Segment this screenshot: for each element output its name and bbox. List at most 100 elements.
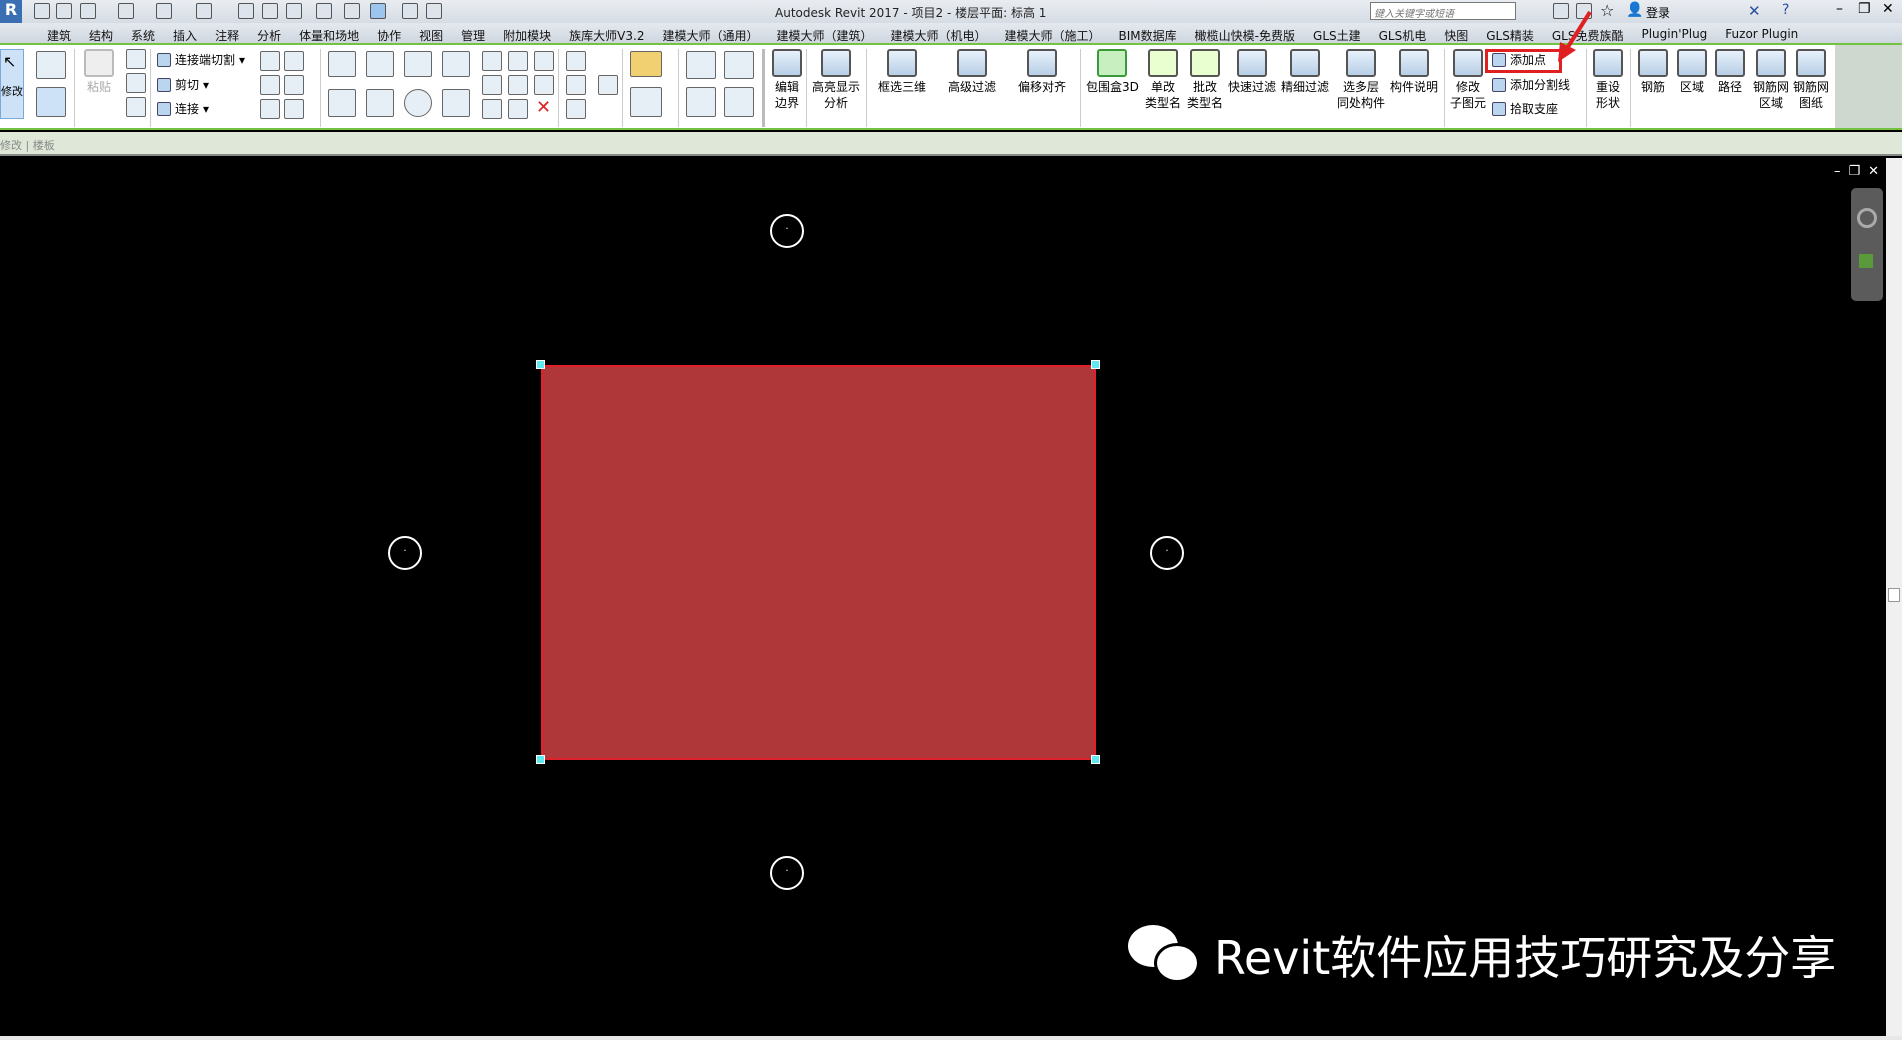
dimension-icon[interactable]: [238, 3, 254, 19]
tab-3[interactable]: 插入: [164, 23, 206, 43]
close-button[interactable]: ✕: [1882, 1, 1894, 17]
restore-button[interactable]: ❐: [1858, 1, 1871, 17]
tab-14[interactable]: 建模大师（机电）: [882, 23, 996, 43]
elevation-marker-east[interactable]: ·: [1150, 536, 1184, 570]
elevation-marker-west[interactable]: ·: [388, 536, 422, 570]
batch-rename-type-button[interactable]: 批改 类型名: [1187, 49, 1223, 111]
wall-joins-icon[interactable]: [260, 75, 280, 95]
grip-bottom-right[interactable]: [1091, 755, 1100, 764]
search-input[interactable]: 键入关键字或短语: [1370, 2, 1516, 20]
tab-6[interactable]: 体量和场地: [290, 23, 368, 43]
align-icon[interactable]: [328, 51, 356, 77]
offset-align-button[interactable]: 偏移对齐: [1018, 49, 1066, 95]
paste-button[interactable]: 粘贴: [84, 49, 114, 95]
similar-icon[interactable]: [724, 87, 754, 117]
trim-multiple-icon[interactable]: [508, 99, 528, 119]
grip-bottom-left[interactable]: [536, 755, 545, 764]
tab-4[interactable]: 注释: [206, 23, 248, 43]
vertical-scrollbar[interactable]: [1886, 158, 1902, 1040]
split-face-icon[interactable]: [260, 51, 280, 71]
rebar-button[interactable]: 钢筋: [1638, 49, 1668, 95]
view-minimize-icon[interactable]: –: [1834, 164, 1841, 179]
thin-lines-icon[interactable]: [370, 3, 386, 19]
measure-distance-icon[interactable]: [630, 51, 662, 77]
tab-8[interactable]: 视图: [410, 23, 452, 43]
mirror-draw-axis-icon[interactable]: [442, 51, 470, 77]
tab-23[interactable]: Plugin'Plug: [1632, 23, 1716, 43]
properties-icon[interactable]: [36, 51, 66, 79]
elevation-marker-north[interactable]: ·: [770, 214, 804, 248]
copy-icon[interactable]: [126, 73, 146, 93]
grip-top-right[interactable]: [1091, 360, 1100, 369]
mirror-pick-axis-icon[interactable]: [404, 51, 432, 77]
view-close-icon[interactable]: ✕: [1868, 164, 1879, 179]
match-type-icon[interactable]: [126, 97, 146, 117]
trim-single-icon[interactable]: [482, 99, 502, 119]
box-select-3d-button[interactable]: 框选三维: [878, 49, 926, 95]
tab-9[interactable]: 管理: [452, 23, 494, 43]
offset-icon[interactable]: [366, 51, 394, 77]
pin-icon[interactable]: [534, 75, 554, 95]
brush-icon[interactable]: [566, 75, 586, 95]
demolish-icon[interactable]: [284, 75, 304, 95]
advanced-filter-button[interactable]: 高级过滤: [948, 49, 996, 95]
highlight-analysis-button[interactable]: 高亮显示 分析: [812, 49, 860, 111]
hammer-icon[interactable]: [284, 99, 304, 119]
revit-app-menu-button[interactable]: R: [0, 0, 22, 24]
create-group-icon[interactable]: [724, 51, 754, 79]
modify-sub-elements-button[interactable]: 修改 子图元: [1450, 49, 1486, 111]
copy-element-icon[interactable]: [366, 89, 394, 117]
tab-15[interactable]: 建模大师（施工）: [996, 23, 1110, 43]
override-graphics-icon[interactable]: [598, 75, 618, 95]
login-button[interactable]: 登录: [1646, 4, 1670, 21]
split-element-icon[interactable]: [482, 51, 502, 71]
cut-join-button[interactable]: 连接端切割 ▾: [157, 51, 245, 68]
help-icon[interactable]: ?: [1782, 2, 1789, 18]
component-description-button[interactable]: 构件说明: [1390, 49, 1438, 95]
aligned-dimension-icon[interactable]: [630, 87, 662, 117]
tab-2[interactable]: 系统: [122, 23, 164, 43]
tab-17[interactable]: 橄榄山快模-免费版: [1186, 23, 1304, 43]
scrollbar-thumb[interactable]: [1888, 588, 1900, 602]
quick-filter-button[interactable]: 快速过滤: [1228, 49, 1276, 95]
open-icon[interactable]: [34, 3, 50, 19]
sync-icon[interactable]: [80, 3, 96, 19]
zoom-icon[interactable]: [1859, 254, 1873, 268]
cut-button[interactable]: 剪切 ▾: [157, 76, 209, 93]
tab-5[interactable]: 分析: [248, 23, 290, 43]
elevation-marker-south[interactable]: ·: [770, 856, 804, 890]
exchange-icon[interactable]: ✕: [1748, 2, 1761, 20]
create-assembly-icon[interactable]: [686, 87, 716, 117]
path-reinforcement-button[interactable]: 路径: [1715, 49, 1745, 95]
redo-icon[interactable]: [156, 3, 172, 19]
tab-19[interactable]: GLS机电: [1370, 23, 1436, 43]
multi-level-select-button[interactable]: 选多层 同处构件: [1337, 49, 1385, 111]
tab-10[interactable]: 附加模块: [494, 23, 560, 43]
tab-13[interactable]: 建模大师（建筑）: [767, 23, 881, 43]
paint-icon[interactable]: [284, 51, 304, 71]
beam-join-icon[interactable]: [260, 99, 280, 119]
move-icon[interactable]: [328, 89, 356, 117]
delete-icon[interactable]: ✕: [536, 97, 551, 118]
fabric-sheet-button[interactable]: 钢筋网 图纸: [1793, 49, 1829, 111]
fine-filter-button[interactable]: 精细过滤: [1281, 49, 1329, 95]
minimize-button[interactable]: –: [1836, 1, 1843, 17]
trim-extend-icon[interactable]: [442, 89, 470, 117]
add-split-line-button[interactable]: 添加分割线: [1492, 76, 1570, 93]
bounding-box-3d-button[interactable]: 包围盒3D: [1086, 49, 1139, 95]
measure-icon[interactable]: [196, 3, 212, 19]
lightbulb-icon[interactable]: [566, 51, 586, 71]
section-icon[interactable]: [344, 3, 360, 19]
tab-1[interactable]: 结构: [80, 23, 122, 43]
tab-20[interactable]: 快图: [1435, 23, 1477, 43]
array-icon[interactable]: [482, 75, 502, 95]
type-properties-icon[interactable]: [36, 87, 66, 117]
floor-slab[interactable]: [541, 365, 1096, 760]
switch-windows-icon[interactable]: [426, 3, 442, 19]
pick-supports-button[interactable]: 拾取支座: [1492, 100, 1558, 117]
tab-24[interactable]: Fuzor Plugin: [1716, 23, 1807, 43]
area-reinforcement-button[interactable]: 区域: [1677, 49, 1707, 95]
linework-icon[interactable]: [566, 99, 586, 119]
edit-boundary-button[interactable]: 编辑 边界: [772, 49, 802, 111]
split-gap-icon[interactable]: [508, 51, 528, 71]
